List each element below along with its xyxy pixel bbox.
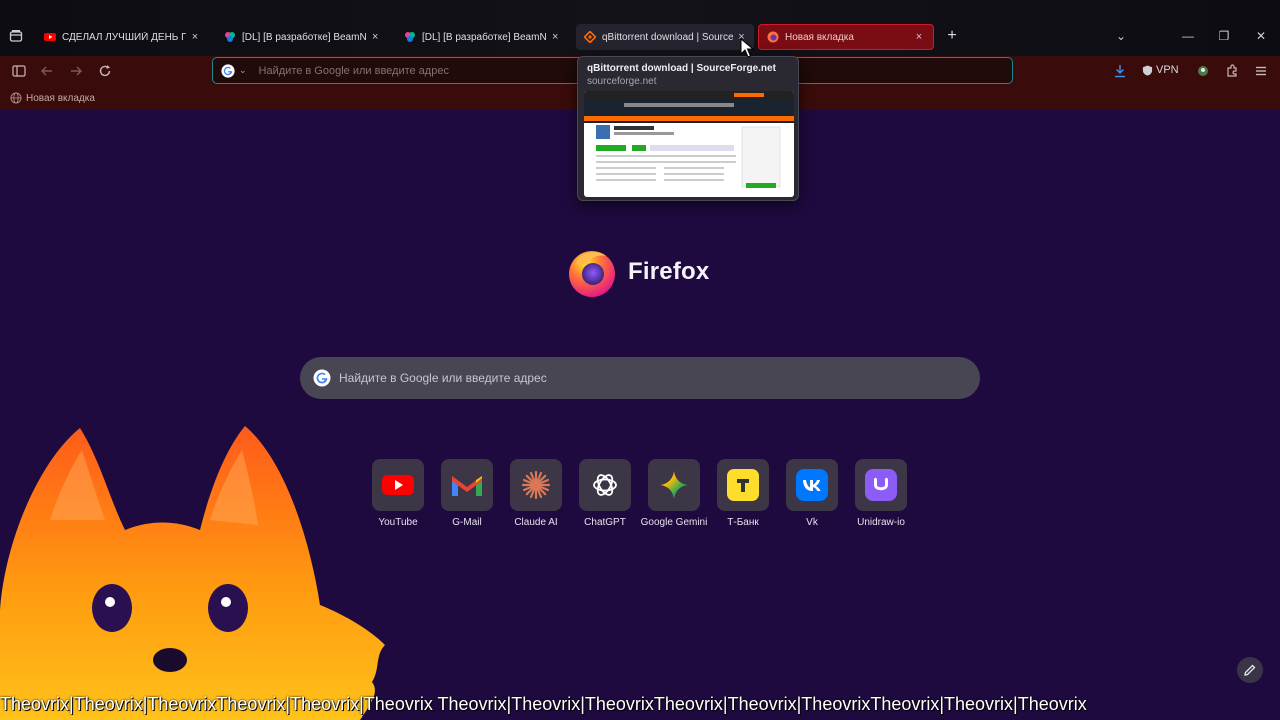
beamng-icon [225,32,235,42]
firefox-view-icon [9,30,23,42]
vk-icon [796,469,828,501]
close-window-button[interactable]: ✕ [1253,28,1269,44]
sidebar-icon[interactable] [12,64,26,78]
tbank-icon [727,469,759,501]
tab-beamng-1[interactable]: [DL] [В разработке] BeamNG.drive × [216,24,388,50]
shortcut-tile[interactable] [855,459,907,511]
shortcut-unidraw[interactable]: Unidraw-io [855,459,907,529]
unidraw-icon [865,469,897,501]
vpn-label: VPN [1156,64,1179,76]
gemini-icon [660,471,688,499]
tab-close-button[interactable]: × [913,31,925,43]
customize-button[interactable] [1237,657,1263,683]
tab-label: СДЕЛАЛ ЛУЧШИЙ ДЕНЬ ПАРН [62,31,186,43]
tab-close-button[interactable]: × [550,31,560,43]
shortcut-chatgpt[interactable]: ChatGPT [579,459,631,529]
tab-preview-popup: qBittorrent download | SourceForge.net s… [577,56,799,201]
back-icon[interactable] [40,64,54,78]
top-sites: YouTube G-Mail Claude AI ChatGPT Google … [372,459,924,529]
firefox-view-button[interactable] [6,26,26,46]
tab-close-button[interactable]: × [370,31,380,43]
firefox-logo-icon [569,251,615,297]
tab-beamng-2[interactable]: [DL] [В разработке] BeamNG.drive × [396,24,568,50]
downloads-icon[interactable] [1113,64,1127,78]
shortcut-tbank[interactable]: Т-Банк [717,459,769,529]
chatgpt-icon [593,474,617,496]
bookmark-item[interactable]: Новая вкладка [10,92,95,104]
shortcut-label: Claude AI [514,517,558,528]
google-icon [313,369,331,387]
beamng-icon [405,32,415,42]
shortcut-tile[interactable] [786,459,838,511]
new-tab-button[interactable]: + [944,28,960,44]
tab-label: qBittorrent download | SourceForge.net [602,31,733,43]
main-search-box[interactable] [300,357,980,399]
tab-label: [DL] [В разработке] BeamNG.drive [242,31,367,43]
shortcut-label: Т-Банк [727,517,759,528]
shortcut-tile[interactable] [579,459,631,511]
page-thumbnail-image [584,91,794,188]
globe-icon [10,92,22,104]
claude-icon [521,470,551,500]
shortcut-tile[interactable] [510,459,562,511]
tab-new-tab[interactable]: Новая вкладка × [758,24,934,50]
shortcut-vk[interactable]: Vk [786,459,838,529]
mouse-cursor-icon [740,38,754,58]
shortcut-gmail[interactable]: G-Mail [441,459,493,529]
google-icon[interactable] [221,63,235,78]
tab-strip: СДЕЛАЛ ЛУЧШИЙ ДЕНЬ ПАРН × [DL] [В разраб… [0,0,1280,56]
extension-icon[interactable] [1196,64,1210,78]
forward-icon[interactable] [69,64,83,78]
shortcut-label: Google Gemini [640,517,708,528]
shortcut-tile[interactable] [717,459,769,511]
fox-mascot-image [0,426,385,720]
vpn-button[interactable]: VPN [1142,64,1179,76]
brand-wordmark: Firefox [628,258,710,285]
tab-youtube[interactable]: СДЕЛАЛ ЛУЧШИЙ ДЕНЬ ПАРН × [36,24,208,50]
search-engine-chevron-icon[interactable]: ⌄ [239,65,247,76]
pencil-icon [1244,664,1256,676]
shortcut-claude[interactable]: Claude AI [510,459,562,529]
shortcut-tile[interactable] [441,459,493,511]
main-search-input[interactable] [339,371,939,385]
tab-label: Новая вкладка [785,31,854,43]
tab-label: [DL] [В разработке] BeamNG.drive [422,31,547,43]
youtube-icon [44,33,56,41]
firefox-icon [767,31,779,43]
shortcut-gemini[interactable]: Google Gemini [641,459,707,529]
firefox-brand: Firefox [566,246,709,298]
shortcut-label: Vk [806,517,818,528]
shortcut-label: ChatGPT [584,517,626,528]
shortcut-tile[interactable] [648,459,700,511]
list-all-tabs-button[interactable]: ⌄ [1113,28,1129,44]
tab-sourceforge[interactable]: qBittorrent download | SourceForge.net × [576,24,754,50]
extensions-puzzle-icon[interactable] [1225,64,1239,78]
watermark-text: Theovrix|Theovrix|TheovrixTheovrix|Theov… [0,694,1087,714]
menu-icon[interactable] [1254,64,1268,78]
preview-title: qBittorrent download | SourceForge.net [587,63,776,74]
minimize-button[interactable]: — [1180,28,1196,44]
preview-thumbnail [584,91,794,197]
sourceforge-icon [584,31,596,43]
reload-icon[interactable] [98,64,112,78]
gmail-icon [452,476,482,496]
tab-close-button[interactable]: × [190,31,200,43]
preview-url: sourceforge.net [587,76,657,87]
vpn-shield-icon [1142,64,1153,76]
shortcut-label: Unidraw-io [857,517,905,528]
bookmark-label: Новая вкладка [26,92,95,104]
shortcut-label: G-Mail [452,517,482,528]
restore-button[interactable]: ❐ [1216,28,1232,44]
